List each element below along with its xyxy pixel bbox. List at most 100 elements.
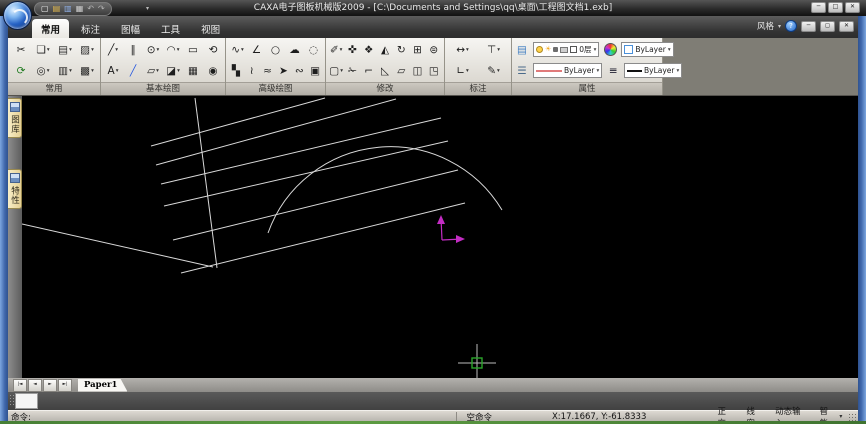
text-button[interactable]: A▾ [103, 62, 123, 80]
array-button[interactable]: ⊞ [409, 41, 425, 59]
doc-close-button[interactable]: ✕ [839, 21, 854, 32]
vertical-line[interactable] [195, 98, 217, 268]
pan-hand-button[interactable]: ▚ [228, 62, 244, 80]
help-icon[interactable]: ? [785, 20, 797, 32]
fillet-button[interactable]: ◺ [377, 62, 393, 80]
first-sheet-button[interactable]: |◄ [13, 379, 27, 392]
close-button[interactable]: ✕ [845, 2, 860, 13]
mirror-button[interactable]: ◭ [377, 41, 393, 59]
redo-button[interactable]: ↷ [98, 4, 105, 14]
scale-button[interactable]: ◳ [426, 62, 442, 80]
move-button[interactable]: ✜ [344, 41, 360, 59]
doc-restore-button[interactable]: ◻ [820, 21, 835, 32]
paste-button[interactable]: ▤▾ [54, 41, 76, 59]
fill-button[interactable]: ◉ [203, 62, 223, 80]
ribbon-tab-4[interactable]: 工具 [152, 19, 189, 38]
lineweight-select[interactable]: ByLayer ▾ [624, 63, 682, 78]
sheet-tab-paper1[interactable]: Paper1 [78, 379, 127, 392]
ribbon-tab-3[interactable]: 图幅 [112, 19, 149, 38]
trim-button[interactable]: ✁ [344, 62, 360, 80]
resize-grip[interactable] [848, 413, 856, 421]
copy-object-button[interactable]: ❖ [361, 41, 377, 59]
hatch-line-6[interactable] [181, 203, 465, 273]
stretch-button[interactable]: ◫ [409, 62, 425, 80]
color-wheel-button[interactable] [602, 41, 618, 59]
layer-select[interactable]: ☀ 0层 ▾ [533, 42, 599, 57]
line-button[interactable]: ╱▾ [103, 41, 123, 59]
extend-button[interactable]: ⌐ [361, 62, 377, 80]
regen-button[interactable]: ⟳ [10, 62, 32, 80]
revision-cloud-button[interactable]: ☁ [285, 41, 304, 59]
layer-thaw-icon: ☀ [545, 46, 551, 53]
command-input-box[interactable] [15, 393, 38, 409]
spline-button[interactable]: ╱ [123, 62, 143, 80]
cut-button[interactable]: ✂ [10, 41, 32, 59]
ribbon-tab-5[interactable]: 视图 [192, 19, 229, 38]
undo-button[interactable]: ↶ [87, 4, 94, 14]
edit-dimension-button[interactable]: ✎▾ [478, 62, 509, 80]
print-preview-button[interactable]: ▥▾ [54, 62, 76, 80]
hatch-line-1[interactable] [151, 98, 325, 146]
contour-button[interactable]: ∾ [291, 62, 307, 80]
hatch-line-3[interactable] [161, 118, 441, 184]
hatch-line-2[interactable] [156, 99, 396, 165]
sidebar-tab-1[interactable]: 图库 [8, 98, 22, 138]
rectangle-button[interactable]: ▭ [183, 41, 203, 59]
chamfer-button[interactable]: ▱ [393, 62, 409, 80]
arc-curve[interactable] [268, 147, 502, 233]
polyline-button[interactable]: ⟲ [203, 41, 223, 59]
print-button[interactable]: ▦ [76, 4, 84, 14]
block-button[interactable]: ▱▾ [143, 62, 163, 80]
wave-line-button[interactable]: ≀ [244, 62, 260, 80]
frame-button[interactable]: ▢▾ [328, 62, 344, 80]
qat-dropdown-icon[interactable]: ▾ [146, 5, 149, 12]
doc-minimize-button[interactable]: ─ [801, 21, 816, 32]
next-sheet-button[interactable]: ► [43, 379, 57, 392]
drawing-canvas[interactable] [22, 95, 858, 378]
sidebar-tab-2[interactable]: 特性 [8, 169, 22, 209]
erase-button[interactable]: ✐▾ [328, 41, 344, 59]
local-detail-button[interactable]: ◌ [304, 41, 323, 59]
lineweight-button[interactable]: ≡ [605, 62, 621, 80]
arc-button[interactable]: ◠▾ [163, 41, 183, 59]
display-settings-button[interactable]: ▩▾ [76, 62, 98, 80]
prev-sheet-button[interactable]: ◄ [28, 379, 42, 392]
maximize-button[interactable]: □ [828, 2, 843, 13]
coordinate-dimension-button[interactable]: ∟▾ [447, 62, 478, 80]
boundary-line[interactable] [22, 224, 213, 267]
rotate-button[interactable]: ↻ [393, 41, 409, 59]
arrow-button[interactable]: ➤ [275, 62, 291, 80]
parallel-line-button[interactable]: ∥ [123, 41, 143, 59]
bisector-button[interactable]: ∠ [247, 41, 266, 59]
layer-settings-button[interactable]: ▤ [514, 41, 530, 59]
format-painter-button[interactable]: ▨▾ [76, 41, 98, 59]
style-dropdown-icon[interactable]: ▾ [778, 23, 781, 30]
style-menu[interactable]: 风格 [757, 20, 774, 32]
last-sheet-button[interactable]: ►| [58, 379, 72, 392]
hatch-line-5[interactable] [173, 170, 458, 240]
offset-button[interactable]: ⊜ [426, 41, 442, 59]
curve-button[interactable]: ∿▾ [228, 41, 247, 59]
linetype-button[interactable]: ☰ [514, 62, 530, 80]
section-line-button[interactable]: ◪▾ [163, 62, 183, 80]
linear-dimension-button[interactable]: ↔▾ [447, 41, 478, 59]
image-button[interactable]: ▣ [307, 62, 323, 80]
linetype-select[interactable]: ByLayer ▾ [533, 63, 602, 78]
new-button[interactable]: ▢ [41, 4, 49, 14]
copy-button[interactable]: ❏▾ [32, 41, 54, 59]
hatch-button[interactable]: ▦ [183, 62, 203, 80]
app-logo[interactable] [3, 1, 32, 30]
zoom-button[interactable]: ◎▾ [32, 62, 54, 80]
command-grip-handle[interactable] [9, 394, 14, 407]
circle-button[interactable]: ⊙▾ [143, 41, 163, 59]
save-button[interactable]: ▥ [64, 4, 72, 14]
dimension-style-button[interactable]: ⊤▾ [478, 41, 509, 59]
ellipse-button[interactable]: ○ [266, 41, 285, 59]
open-button[interactable]: ▤ [53, 4, 61, 14]
minimize-button[interactable]: ─ [811, 2, 826, 13]
smart-mode-dropdown-icon[interactable]: ▾ [839, 413, 842, 420]
ribbon-tab-1[interactable]: 常用 [32, 19, 69, 38]
freehand-button[interactable]: ≈ [260, 62, 276, 80]
color-select[interactable]: ByLayer ▾ [621, 42, 673, 57]
ribbon-tab-2[interactable]: 标注 [72, 19, 109, 38]
